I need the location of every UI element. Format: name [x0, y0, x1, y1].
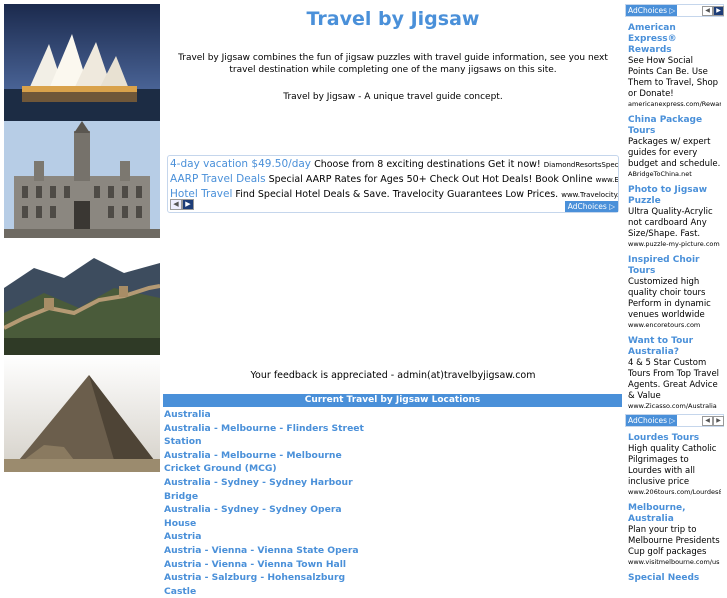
- ad-body: Plan your trip to Melbourne Presidents C…: [628, 525, 720, 557]
- sydney-opera-house-photo: [4, 4, 160, 121]
- site-title[interactable]: Travel by Jigsaw: [163, 8, 623, 34]
- right-ad-header: AdChoices ▷ ◀ ▶: [625, 4, 724, 17]
- chevron-right-icon: ▶: [716, 7, 721, 14]
- chevron-left-icon: ◀: [705, 7, 710, 14]
- right-ad[interactable]: Want to Tour Australia? 4 & 5 Star Custo…: [625, 336, 724, 411]
- location-link[interactable]: Australia - Sydney - Sydney Opera House: [164, 503, 374, 530]
- ad-url[interactable]: www.puzzle-my-picture.com: [628, 240, 721, 249]
- ad-headline[interactable]: China Package Tours: [628, 115, 721, 137]
- adchoices-icon: ▷: [609, 202, 615, 211]
- right-ad[interactable]: Special Needs: [625, 573, 724, 584]
- ad-next-button[interactable]: ▶: [182, 199, 194, 210]
- ad-line[interactable]: Hotel Travel Find Special Hotel Deals & …: [168, 187, 618, 202]
- ad-next-button[interactable]: ▶: [713, 416, 724, 426]
- ad-url[interactable]: www.Zicasso.com/Australia: [628, 402, 721, 411]
- chevron-right-icon: ▶: [716, 417, 721, 424]
- ad-headline[interactable]: AARP Travel Deals: [170, 173, 266, 185]
- right-ad[interactable]: Lourdes Tours High quality Catholic Pilg…: [625, 433, 724, 497]
- location-link[interactable]: Australia - Melbourne - Melbourne Cricke…: [164, 449, 374, 476]
- ad-headline[interactable]: 4-day vacation $49.50/day: [170, 158, 311, 170]
- locations-header: Current Travel by Jigsaw Locations: [163, 394, 622, 407]
- main-content: Travel by Jigsaw Travel by Jigsaw combin…: [163, 0, 623, 597]
- feedback-text: Your feedback is appreciated - admin(at)…: [250, 370, 536, 381]
- ad-headline[interactable]: American Express® Rewards: [628, 23, 721, 56]
- adchoices-icon: ▷: [669, 416, 676, 425]
- right-ad[interactable]: China Package Tours Packages w/ expert g…: [625, 115, 724, 179]
- right-ad[interactable]: American Express® Rewards See How Social…: [625, 23, 724, 109]
- location-link[interactable]: Australia - Sydney - Sydney Harbour Brid…: [164, 476, 374, 503]
- chevron-left-icon: ◀: [705, 417, 710, 424]
- ad-url[interactable]: www.Expedia-AAR...: [596, 176, 618, 184]
- ad-line[interactable]: 4-day vacation $49.50/day Choose from 8 …: [168, 157, 618, 172]
- location-link[interactable]: Australia: [164, 408, 374, 422]
- right-ad[interactable]: Photo to Jigsaw Puzzle Ultra Quality-Acr…: [625, 185, 724, 249]
- adchoices-badge[interactable]: AdChoices ▷: [626, 415, 678, 426]
- location-link[interactable]: Austria - Salzburg - Hohensalzburg Castl…: [164, 571, 374, 598]
- location-link[interactable]: Austria - Vienna - Vienna State Opera: [164, 544, 374, 558]
- ad-line[interactable]: AARP Travel Deals Special AARP Rates for…: [168, 172, 618, 187]
- chevron-right-icon: ▶: [185, 200, 191, 208]
- adchoices-label: AdChoices: [628, 416, 668, 425]
- ad-headline[interactable]: Want to Tour Australia?: [628, 336, 721, 358]
- ad-body: Packages w/ expert guides for every budg…: [628, 137, 721, 169]
- ad-url[interactable]: americanexpress.com/Rewar...: [628, 100, 721, 109]
- ad-headline[interactable]: Inspired Choir Tours: [628, 255, 721, 277]
- ad-headline[interactable]: Lourdes Tours: [628, 433, 721, 444]
- ad-body: Customized high quality choir tours Perf…: [628, 277, 711, 320]
- ad-body: High quality Catholic Pilgrimages to Lou…: [628, 444, 717, 487]
- adchoices-badge[interactable]: AdChoices ▷: [564, 201, 618, 212]
- ad-body: See How Social Points Can Be. Use Them t…: [628, 56, 719, 99]
- ad-text: Find Special Hotel Deals & Save. Travelo…: [235, 189, 559, 200]
- locations-list: Australia Australia - Melbourne - Flinde…: [164, 408, 374, 598]
- adchoices-badge[interactable]: AdChoices ▷: [626, 5, 678, 16]
- ad-prev-button[interactable]: ◀: [170, 199, 182, 210]
- location-link[interactable]: Austria - Vienna - Vienna Town Hall: [164, 558, 374, 572]
- site-intro: Travel by Jigsaw combines the fun of jig…: [178, 53, 608, 75]
- ad-prev-button[interactable]: ◀: [702, 416, 713, 426]
- ad-headline[interactable]: Photo to Jigsaw Puzzle: [628, 185, 721, 207]
- adchoices-label: AdChoices: [567, 202, 607, 211]
- ad-body: Ultra Quality-Acrylic not cardboard Any …: [628, 207, 713, 239]
- ad-url[interactable]: www.encoretours.com: [628, 321, 721, 330]
- ad-url[interactable]: ABridgeToChina.net: [628, 170, 721, 179]
- right-ad-column: AdChoices ▷ ◀ ▶ American Express® Reward…: [625, 4, 724, 584]
- ad-body: 4 & 5 Star Custom Tours From Top Travel …: [628, 358, 720, 401]
- ad-url[interactable]: DiamondResortsSpecials.com: [544, 161, 618, 169]
- center-ad-box: 4-day vacation $49.50/day Choose from 8 …: [167, 155, 619, 213]
- ad-text: Special AARP Rates for Ages 50+ Check Ou…: [268, 174, 593, 185]
- right-ad[interactable]: Melbourne, Australia Plan your trip to M…: [625, 503, 724, 567]
- adchoices-icon: ▷: [669, 6, 676, 15]
- ad-url[interactable]: www.visitmelbourne.com/us: [628, 558, 721, 567]
- adchoices-label: AdChoices: [628, 6, 668, 15]
- ad-text: Choose from 8 exciting destinations Get …: [314, 159, 541, 170]
- location-link[interactable]: Australia - Melbourne - Flinders Street …: [164, 422, 374, 449]
- location-link[interactable]: Austria: [164, 530, 374, 544]
- chevron-left-icon: ◀: [173, 200, 179, 208]
- ad-prev-button[interactable]: ◀: [702, 6, 713, 16]
- great-wall-photo: [4, 238, 160, 355]
- ad-url[interactable]: www.Travelocity.com/Hotels: [561, 191, 618, 199]
- vienna-town-hall-photo: [4, 121, 160, 238]
- right-ad[interactable]: Inspired Choir Tours Customized high qua…: [625, 255, 724, 330]
- ad-headline[interactable]: Special Needs: [628, 573, 721, 584]
- ad-url[interactable]: www.206tours.com/Lourdes&...: [628, 488, 721, 497]
- pyramid-photo: [4, 355, 160, 472]
- site-tagline: Travel by Jigsaw - A unique travel guide…: [283, 92, 503, 102]
- ad-next-button[interactable]: ▶: [713, 6, 724, 16]
- photo-column: [4, 4, 160, 472]
- ad-headline[interactable]: Melbourne, Australia: [628, 503, 721, 525]
- right-ad-header: AdChoices ▷ ◀ ▶: [625, 414, 724, 427]
